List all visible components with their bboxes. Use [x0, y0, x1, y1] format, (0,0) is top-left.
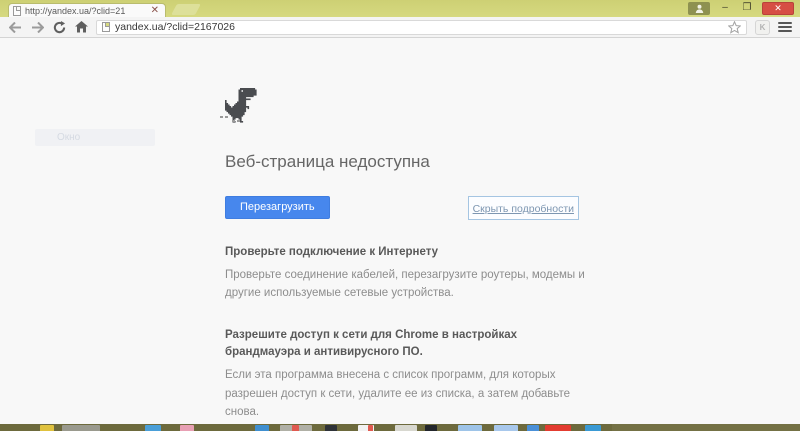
user-icon — [695, 4, 703, 13]
menu-bar — [778, 26, 792, 28]
close-button[interactable]: ✕ — [762, 2, 794, 15]
back-arrow-icon — [8, 21, 21, 33]
taskbar-icon-fragment[interactable] — [425, 425, 437, 431]
reload-button[interactable] — [52, 20, 66, 34]
taskbar-icon-fragment[interactable] — [585, 425, 601, 431]
page-icon — [13, 5, 21, 16]
browser-tab[interactable]: http://yandex.ua/?clid=21 ✕ — [8, 3, 166, 17]
taskbar-icon-fragment[interactable] — [395, 425, 417, 431]
taskbar-icon-fragment[interactable] — [62, 425, 100, 431]
menu-bar — [778, 30, 792, 32]
taskbar-icon-fragment[interactable] — [145, 425, 161, 431]
address-bar[interactable]: yandex.ua/?clid=2167026 — [96, 19, 747, 35]
menu-bar — [778, 22, 792, 24]
taskbar-icon-fragment[interactable] — [458, 425, 482, 431]
section-title: Разрешите доступ к сети для Chrome в нас… — [225, 328, 518, 359]
forward-arrow-icon — [31, 21, 44, 33]
page-icon — [102, 22, 110, 32]
forward-button[interactable] — [30, 20, 44, 34]
extension-k-button[interactable]: K — [755, 19, 770, 35]
taskbar-icon-fragment[interactable] — [545, 425, 571, 431]
taskbar-icon-fragment[interactable] — [494, 425, 518, 431]
home-icon — [74, 21, 88, 33]
tab-title: http://yandex.ua/?clid=21 — [25, 5, 126, 16]
new-tab-button[interactable] — [171, 4, 201, 15]
taskbar-icon-fragment[interactable] — [40, 425, 54, 431]
restore-button[interactable]: ❐ — [740, 2, 754, 14]
error-heading: Веб-страница недоступна — [225, 152, 430, 171]
reload-icon — [53, 20, 65, 33]
back-button[interactable] — [8, 20, 22, 34]
motion-dash-icon — [232, 120, 241, 122]
hide-details-link[interactable]: Скрыть подробности — [473, 203, 574, 215]
taskbar-strip[interactable] — [0, 424, 800, 431]
taskbar-icon-fragment[interactable] — [180, 425, 194, 431]
taskbar-icon-fragment[interactable] — [325, 425, 337, 431]
error-page: Окно Веб-страница недоступна Перезагрузи… — [0, 38, 800, 424]
motion-dash-icon — [220, 116, 229, 118]
chrome-menu-button[interactable] — [778, 22, 792, 32]
bookmark-star-icon[interactable] — [728, 20, 741, 34]
section-body: Проверьте соединение кабелей, перезагруз… — [225, 268, 585, 300]
desktop: http://yandex.ua/?clid=21 ✕ – ❐ ✕ yandex… — [0, 0, 800, 431]
section-title: Проверьте подключение к Интернету — [225, 246, 439, 258]
url-text[interactable]: yandex.ua/?clid=2167026 — [115, 21, 723, 33]
taskbar-icon-fragment[interactable] — [368, 425, 373, 431]
taskbar-icon-fragment[interactable] — [255, 425, 269, 431]
section-body: Если эта программа внесена с список прог… — [225, 369, 571, 418]
dino-icon — [220, 88, 259, 128]
profile-button[interactable] — [688, 2, 710, 15]
tab-strip: http://yandex.ua/?clid=21 ✕ – ❐ ✕ — [0, 0, 800, 17]
window-controls: – ❐ ✕ — [688, 2, 794, 15]
minimize-button[interactable]: – — [718, 2, 732, 14]
browser-toolbar: yandex.ua/?clid=2167026 K — [0, 17, 800, 38]
reload-page-button[interactable]: Перезагрузить — [225, 196, 330, 219]
details-link-focus-box: Скрыть подробности — [467, 196, 579, 220]
error-block: Веб-страница недоступна Перезагрузить Ск… — [220, 88, 593, 431]
ghost-window-label: Окно — [35, 129, 155, 146]
taskbar-empty-area — [612, 424, 800, 431]
taskbar-icon-fragment[interactable] — [527, 425, 539, 431]
home-button[interactable] — [74, 20, 88, 34]
tab-close-icon[interactable]: ✕ — [149, 5, 161, 16]
taskbar-icon-fragment[interactable] — [292, 425, 299, 431]
action-row: Перезагрузить Скрыть подробности — [225, 196, 579, 220]
